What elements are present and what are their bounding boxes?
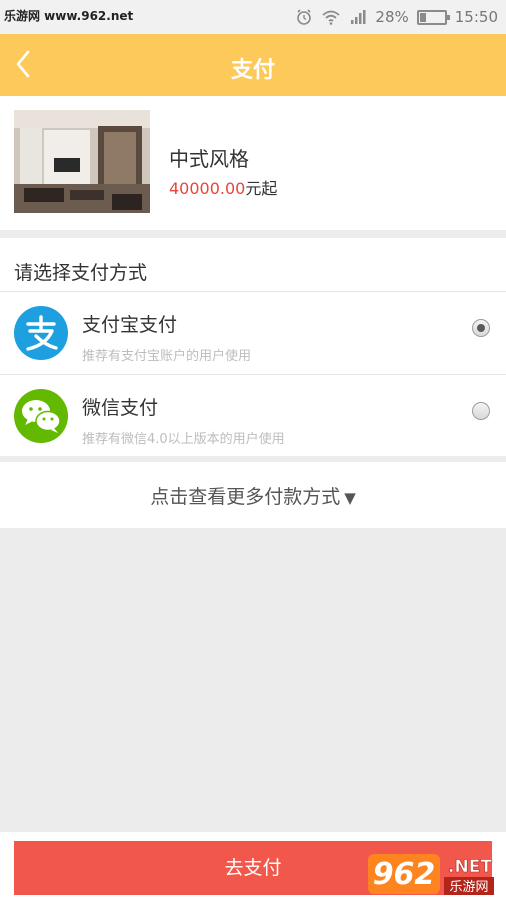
payment-option-wechat[interactable]: 微信支付 推荐有微信4.0以上版本的用户使用 bbox=[0, 375, 506, 457]
battery-icon bbox=[416, 9, 450, 25]
payment-option-alipay[interactable]: 支付宝支付 推荐有支付宝账户的用户使用 bbox=[0, 292, 506, 374]
payment-option-name: 支付宝支付 bbox=[82, 314, 178, 336]
clock: 15:50 bbox=[454, 8, 498, 26]
alarm-icon bbox=[297, 9, 312, 25]
radio-button[interactable] bbox=[472, 402, 490, 420]
payment-heading: 请选择支付方式 bbox=[14, 262, 148, 284]
status-icons: 28% 15:50 bbox=[295, 0, 498, 34]
battery-percent: 28% bbox=[375, 8, 409, 26]
product-price-line: 40000.00元起 bbox=[169, 175, 277, 199]
more-payment-label: 点击查看更多付款方式 bbox=[150, 486, 341, 508]
product-card: 中式风格 40000.00元起 bbox=[0, 96, 506, 230]
bottom-bar: 去支付 962 .NET 乐游网 bbox=[0, 832, 506, 900]
header-bar: 支付 bbox=[0, 34, 506, 96]
payment-method-section: 请选择支付方式 支付宝支付 推荐有支付宝账户的用户使用 微信支付 推荐有微信4.… bbox=[0, 238, 506, 456]
payment-option-description: 推荐有微信4.0以上版本的用户使用 bbox=[82, 432, 285, 447]
page-title: 支付 bbox=[230, 58, 275, 83]
product-name: 中式风格 bbox=[169, 147, 249, 171]
caret-down-icon: ▼ bbox=[344, 489, 356, 507]
price-suffix: 元起 bbox=[245, 179, 278, 198]
signal-icon bbox=[351, 10, 366, 24]
brand-logo-suffix: .NET bbox=[448, 857, 492, 877]
more-payment-methods[interactable]: 点击查看更多付款方式 ▼ bbox=[0, 462, 506, 528]
brand-logo: 962 .NET 乐游网 bbox=[368, 854, 494, 895]
radio-button-selected[interactable] bbox=[472, 319, 490, 337]
brand-site-name: 乐游网 bbox=[449, 880, 488, 895]
payment-option-description: 推荐有支付宝账户的用户使用 bbox=[82, 349, 252, 364]
watermark-text: 乐游网 www.962.net bbox=[4, 9, 134, 23]
product-image bbox=[14, 110, 150, 213]
wifi-icon bbox=[322, 10, 341, 25]
wechat-icon bbox=[14, 389, 68, 443]
brand-logo-number: 962 bbox=[373, 857, 436, 892]
product-price: 40000.00 bbox=[169, 179, 246, 198]
status-bar: 乐游网 www.962.net 28% 15:50 bbox=[0, 0, 506, 34]
payment-option-name: 微信支付 bbox=[82, 397, 159, 419]
alipay-icon bbox=[14, 306, 68, 360]
